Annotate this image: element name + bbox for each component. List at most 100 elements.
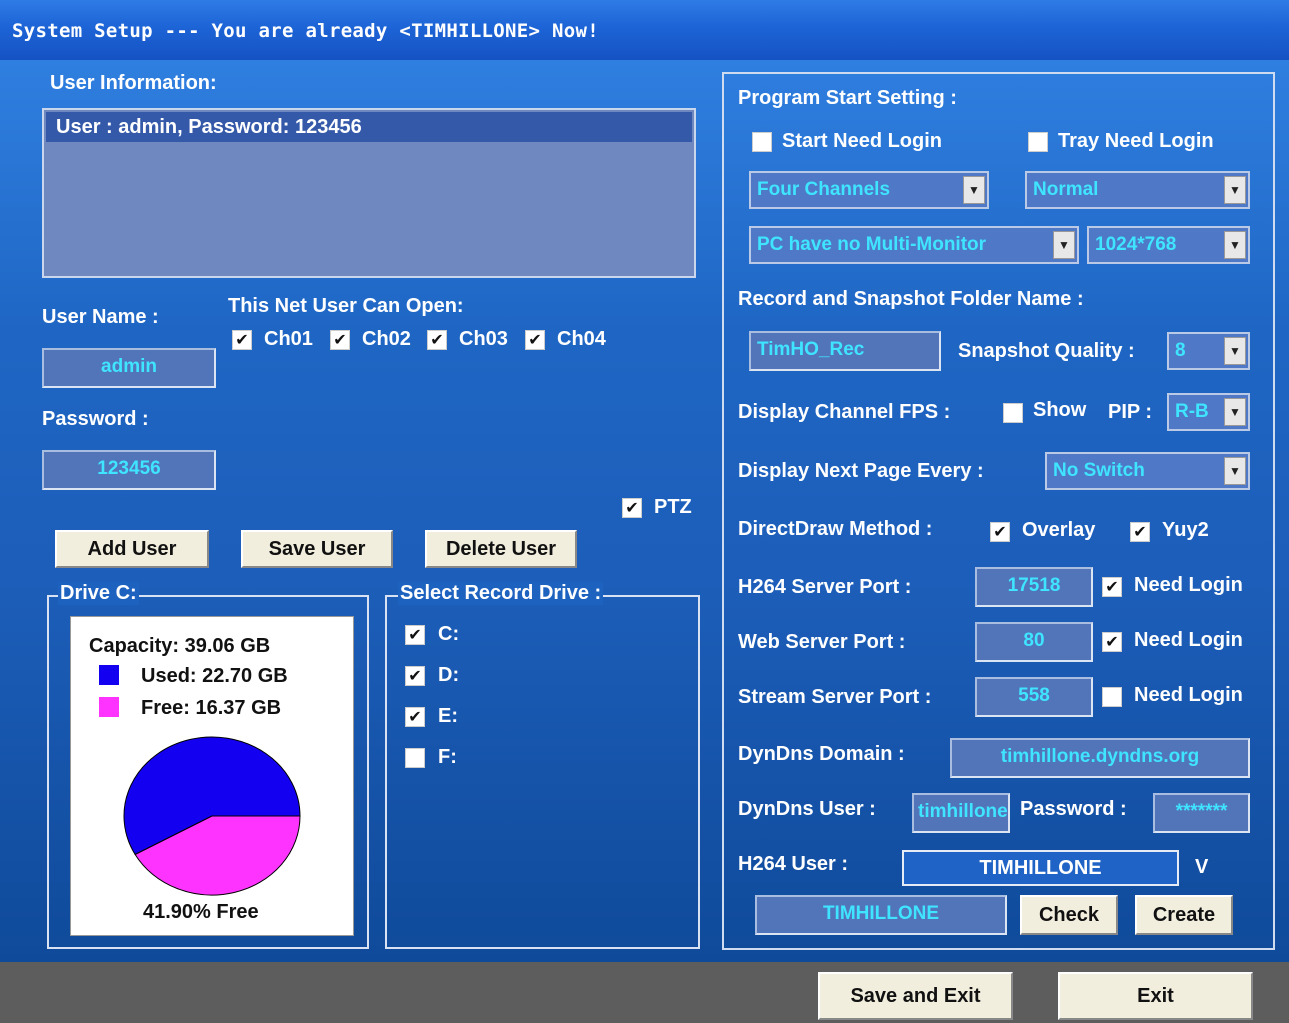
- checkbox-icon: ✔: [1130, 522, 1150, 542]
- channels-select-value: Four Channels: [757, 179, 891, 200]
- drive-free: Free: 16.37 GB: [141, 697, 282, 719]
- user-list-item[interactable]: User : admin, Password: 123456: [46, 112, 692, 142]
- user-list[interactable]: User : admin, Password: 123456: [42, 108, 696, 278]
- dropdown-arrow-icon: ▼: [1224, 231, 1246, 259]
- snapshot-quality-select[interactable]: 8 ▼: [1167, 332, 1250, 370]
- channel-label: Ch04: [557, 328, 606, 350]
- show-fps-label: Show: [1033, 399, 1087, 421]
- checkbox-icon: ✔: [990, 522, 1010, 542]
- dyndns-user-label: DynDns User :: [738, 798, 876, 820]
- stream-port-field[interactable]: 558: [975, 677, 1093, 717]
- used-swatch: [99, 665, 119, 685]
- h264-port-field[interactable]: 17518: [975, 567, 1093, 607]
- dyndns-password-field[interactable]: *******: [1153, 793, 1250, 833]
- overlay-label: Overlay: [1022, 519, 1096, 541]
- h264-user-field[interactable]: TIMHILLONE: [902, 850, 1179, 886]
- checkbox-icon: ✔: [405, 707, 425, 727]
- user-name-label: User Name :: [42, 306, 159, 328]
- create-button[interactable]: Create: [1135, 895, 1233, 935]
- drive-legend: Drive C:: [58, 582, 139, 605]
- dropdown-arrow-icon: ▼: [1053, 231, 1075, 259]
- dropdown-arrow-icon: ▼: [1224, 398, 1246, 426]
- dyndns-domain-label: DynDns Domain :: [738, 743, 905, 765]
- monitor-select-value: PC have no Multi-Monitor: [757, 234, 987, 255]
- record-folder-field[interactable]: TimHO_Rec: [749, 331, 941, 371]
- drive-label: E:: [438, 705, 458, 727]
- snapshot-quality-value: 8: [1175, 340, 1186, 361]
- pip-select[interactable]: R-B ▼: [1167, 393, 1250, 431]
- channel-label: Ch01: [264, 328, 313, 350]
- tray-need-login-label: Tray Need Login: [1058, 130, 1214, 152]
- need-login-label: Need Login: [1134, 684, 1243, 706]
- checkbox-icon: ✔: [232, 330, 252, 350]
- drive-label: F:: [438, 746, 457, 768]
- mode-select[interactable]: Normal ▼: [1025, 171, 1250, 209]
- checkbox-icon: [405, 748, 425, 768]
- password-label: Password :: [42, 408, 149, 430]
- drive-usage-panel: Capacity: 39.06 GB Used: 22.70 GB Free: …: [70, 616, 354, 936]
- h264-user-v-label: V: [1195, 856, 1209, 878]
- h264-port-label: H264 Server Port :: [738, 576, 912, 598]
- pip-select-value: R-B: [1175, 401, 1209, 422]
- checkbox-icon: [752, 132, 772, 152]
- free-swatch: [99, 697, 119, 717]
- checkbox-icon: ✔: [1102, 577, 1122, 597]
- checkbox-icon: [1028, 132, 1048, 152]
- check-button[interactable]: Check: [1020, 895, 1118, 935]
- channel-label: Ch03: [459, 328, 508, 350]
- dyndns-user-field[interactable]: timhillone: [912, 793, 1010, 833]
- web-port-label: Web Server Port :: [738, 631, 906, 653]
- dyndns-domain-field[interactable]: timhillone.dyndns.org: [950, 738, 1250, 778]
- title-bar: System Setup --- You are already <TIMHIL…: [0, 0, 1289, 60]
- channels-select[interactable]: Four Channels ▼: [749, 171, 989, 209]
- dropdown-arrow-icon: ▼: [1224, 337, 1246, 365]
- password-field[interactable]: 123456: [42, 450, 216, 490]
- next-page-select-value: No Switch: [1053, 460, 1145, 481]
- exit-button[interactable]: Exit: [1058, 972, 1253, 1020]
- drive-label: D:: [438, 664, 460, 686]
- checkbox-icon: ✔: [330, 330, 350, 350]
- next-page-label: Display Next Page Every :: [738, 460, 984, 482]
- display-fps-label: Display Channel FPS :: [738, 401, 951, 423]
- start-need-login-label: Start Need Login: [782, 130, 943, 152]
- save-user-button[interactable]: Save User: [241, 530, 393, 568]
- checkbox-icon: ✔: [622, 498, 642, 518]
- monitor-select[interactable]: PC have no Multi-Monitor ▼: [749, 226, 1079, 264]
- need-login-label: Need Login: [1134, 574, 1243, 596]
- checkbox-icon: ✔: [405, 666, 425, 686]
- net-user-open-label: This Net User Can Open:: [228, 295, 464, 317]
- add-user-button[interactable]: Add User: [55, 530, 209, 568]
- checkbox-icon: ✔: [427, 330, 447, 350]
- yuy2-label: Yuy2: [1162, 519, 1209, 541]
- dropdown-arrow-icon: ▼: [1224, 176, 1246, 204]
- resolution-select[interactable]: 1024*768 ▼: [1087, 226, 1250, 264]
- user-name-field[interactable]: admin: [42, 348, 216, 388]
- snapshot-quality-label: Snapshot Quality :: [958, 340, 1135, 362]
- checkbox-icon: ✔: [525, 330, 545, 350]
- need-login-label: Need Login: [1134, 629, 1243, 651]
- h264-user-code-field[interactable]: TIMHILLONE: [755, 895, 1007, 935]
- dropdown-arrow-icon: ▼: [1224, 457, 1246, 485]
- user-information-heading: User Information:: [50, 72, 217, 94]
- next-page-select[interactable]: No Switch ▼: [1045, 452, 1250, 490]
- checkbox-icon: [1102, 687, 1122, 707]
- pip-label: PIP :: [1108, 401, 1153, 423]
- resolution-select-value: 1024*768: [1095, 234, 1177, 255]
- window-title: System Setup --- You are already <TIMHIL…: [12, 20, 599, 42]
- web-port-field[interactable]: 80: [975, 622, 1093, 662]
- save-and-exit-button[interactable]: Save and Exit: [818, 972, 1013, 1020]
- drive-free-percent: 41.90% Free: [143, 901, 259, 923]
- stream-port-label: Stream Server Port :: [738, 686, 932, 708]
- drive-capacity: Capacity: 39.06 GB: [89, 635, 271, 657]
- drive-pie-chart: [123, 736, 301, 896]
- delete-user-button[interactable]: Delete User: [425, 530, 577, 568]
- program-start-heading: Program Start Setting :: [738, 87, 957, 109]
- checkbox-icon: [1003, 403, 1023, 423]
- record-drive-legend: Select Record Drive :: [398, 582, 604, 605]
- h264-user-label: H264 User :: [738, 853, 849, 875]
- mode-select-value: Normal: [1033, 179, 1099, 200]
- drive-used: Used: 22.70 GB: [141, 665, 288, 687]
- record-folder-label: Record and Snapshot Folder Name :: [738, 288, 1084, 310]
- checkbox-icon: ✔: [405, 625, 425, 645]
- record-drive-group: [385, 595, 700, 949]
